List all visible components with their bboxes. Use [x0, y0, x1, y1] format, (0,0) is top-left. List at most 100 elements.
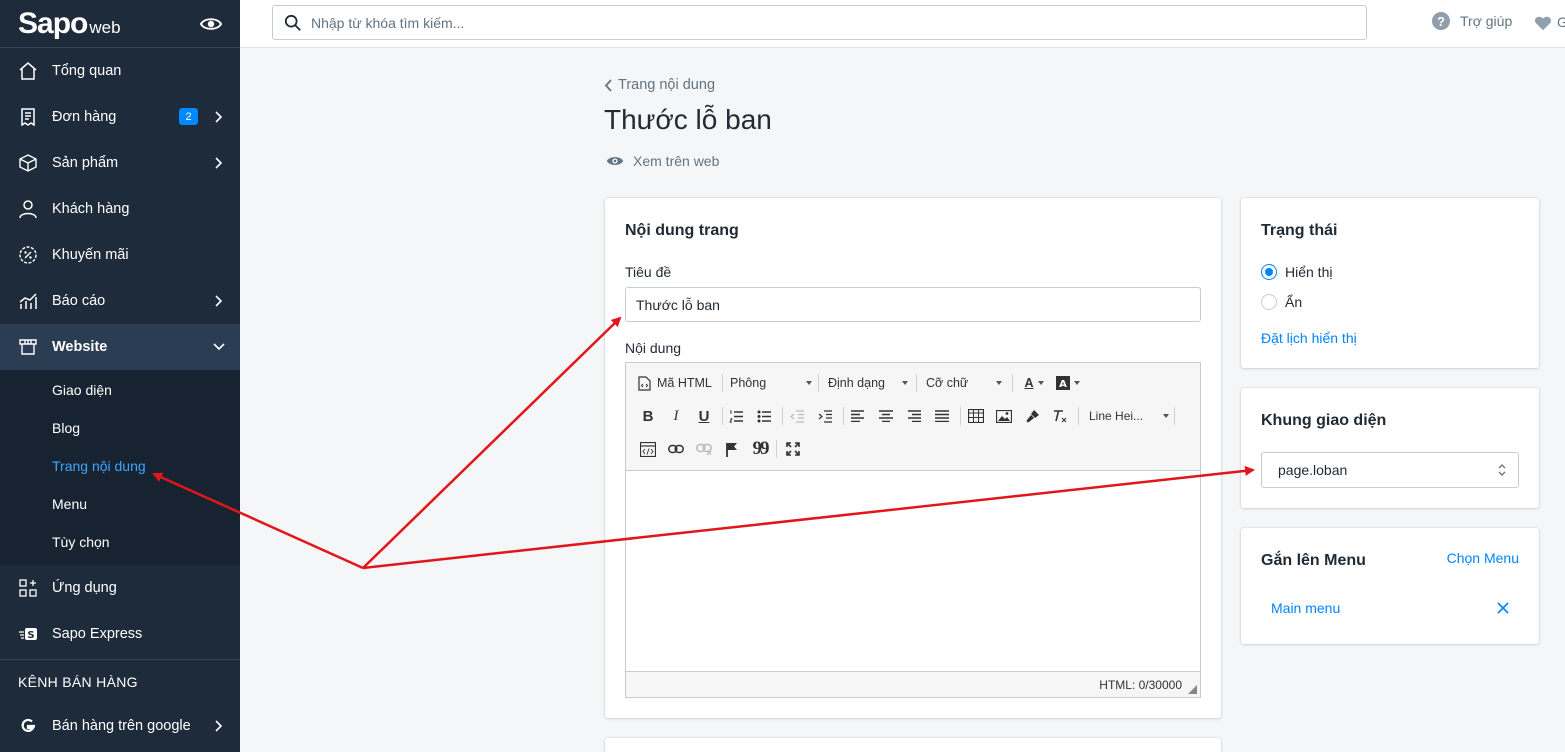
annotation-arrow-title — [362, 316, 622, 569]
toolbar-separator — [1012, 374, 1013, 392]
sapo-logo[interactable]: Sapo web — [18, 7, 121, 41]
sidebar-item-orders[interactable]: Đơn hàng 2 — [0, 94, 240, 140]
sidebar-item-sapo-express[interactable]: S Sapo Express — [0, 611, 240, 657]
caret-down-icon — [902, 381, 908, 385]
line-height-dropdown[interactable]: Line Hei... — [1089, 406, 1169, 426]
card-heading: Trạng thái — [1261, 222, 1338, 239]
outdent-button[interactable] — [787, 406, 807, 426]
align-right-button[interactable] — [904, 406, 924, 426]
font-dropdown[interactable]: Phông — [730, 373, 812, 393]
search-input[interactable]: Nhập từ khóa tìm kiếm... — [272, 5, 1367, 40]
ordered-list-button[interactable] — [726, 406, 746, 426]
subnav-item-preferences[interactable]: Tùy chọn — [0, 523, 240, 561]
sidebar-item-label: Tổng quan — [52, 63, 122, 79]
rich-text-editor: Mã HTML Phông Định dạng Cỡ chữ A A B I U… — [625, 362, 1201, 698]
fullscreen-icon — [786, 442, 800, 456]
toolbar-separator — [960, 407, 961, 425]
title-field-label: Tiêu đề — [625, 264, 672, 280]
toolbar-separator — [916, 374, 917, 392]
format-painter-button[interactable] — [1022, 406, 1042, 426]
sidebar-item-label: Báo cáo — [52, 293, 106, 309]
status-hidden-option[interactable]: Ẩn — [1261, 294, 1302, 310]
anchor-button[interactable] — [722, 439, 742, 459]
seo-card-partial — [605, 738, 1221, 752]
background-color-button[interactable]: A — [1054, 373, 1082, 393]
resize-handle-icon[interactable] — [1188, 685, 1197, 694]
breadcrumb-back-link[interactable]: Trang nội dung — [604, 77, 715, 93]
align-justify-icon — [935, 410, 949, 422]
align-left-button[interactable] — [848, 406, 868, 426]
sidebar-item-reports[interactable]: Báo cáo — [0, 278, 240, 324]
font-size-dropdown[interactable]: Cỡ chữ — [926, 373, 1002, 393]
status-visible-option[interactable]: Hiển thị — [1261, 264, 1332, 280]
underline-button[interactable]: U — [694, 406, 714, 426]
fullscreen-button[interactable] — [783, 439, 803, 459]
radio-unchecked[interactable] — [1261, 294, 1277, 310]
insert-table-button[interactable] — [966, 406, 986, 426]
heart-icon[interactable] — [1534, 14, 1552, 32]
card-heading: Gắn lên Menu — [1261, 552, 1366, 569]
orders-count-badge: 2 — [179, 108, 198, 125]
subnav-item-blog[interactable]: Blog — [0, 409, 240, 447]
format-dropdown-label: Định dạng — [828, 376, 885, 390]
apps-grid-icon — [18, 578, 38, 598]
bullet-list-button[interactable] — [754, 406, 774, 426]
align-center-icon — [879, 410, 893, 422]
close-icon[interactable] — [1497, 602, 1509, 614]
align-center-button[interactable] — [876, 406, 896, 426]
embed-code-button[interactable] — [638, 439, 658, 459]
align-justify-button[interactable] — [932, 406, 952, 426]
bullet-list-icon — [757, 410, 771, 422]
view-on-web-link[interactable]: Xem trên web — [606, 153, 719, 169]
radio-checked[interactable] — [1261, 264, 1277, 280]
view-on-web-label: Xem trên web — [633, 153, 720, 169]
unlink-button[interactable] — [694, 439, 714, 459]
schedule-visibility-link[interactable]: Đặt lịch hiển thị — [1261, 330, 1357, 346]
sidebar-item-customers[interactable]: Khách hàng — [0, 186, 240, 232]
eye-icon[interactable] — [200, 13, 222, 35]
sidebar-item-promotions[interactable]: Khuyến mãi — [0, 232, 240, 278]
sidebar-item-products[interactable]: Sản phẩm — [0, 140, 240, 186]
help-button[interactable]: ? Trợ giúp — [1432, 12, 1512, 30]
html-char-counter: HTML: 0/30000 — [1099, 677, 1182, 692]
editor-content-area[interactable] — [626, 471, 1200, 671]
choose-menu-link[interactable]: Chọn Menu — [1447, 550, 1519, 566]
sidebar-item-label: Ứng dụng — [52, 580, 117, 596]
subnav-item-menu[interactable]: Menu — [0, 485, 240, 523]
insert-image-button[interactable] — [994, 406, 1014, 426]
topbar-partial-text: G — [1557, 14, 1565, 30]
caret-down-icon — [1037, 381, 1044, 385]
ordered-list-icon — [728, 410, 743, 422]
page-content-card: Nội dung trang Tiêu đề Thước lỗ ban Nội … — [605, 198, 1221, 718]
toolbar-separator — [722, 374, 723, 392]
sidebar-item-label: Khuyến mãi — [52, 247, 129, 263]
toolbar-separator — [776, 440, 777, 458]
sidebar-item-website[interactable]: Website — [0, 324, 240, 370]
subnav-item-pages[interactable]: Trang nội dung — [0, 447, 240, 485]
format-dropdown[interactable]: Định dạng — [828, 373, 908, 393]
text-color-button[interactable]: A — [1020, 373, 1048, 393]
html-source-button[interactable]: Mã HTML — [638, 373, 712, 393]
indent-button[interactable] — [815, 406, 835, 426]
italic-button[interactable]: I — [666, 406, 686, 426]
template-select-value: page.loban — [1278, 462, 1348, 478]
sidebar-item-label: Khách hàng — [52, 201, 130, 217]
blockquote-button[interactable]: 99 — [750, 438, 770, 459]
sidebar-item-google-sales[interactable]: Bán hàng trên google — [0, 703, 240, 749]
logo-bar: Sapo web — [0, 0, 240, 48]
subnav-item-themes[interactable]: Giao diện — [0, 371, 240, 409]
file-code-icon — [638, 375, 651, 391]
font-dropdown-label: Phông — [730, 376, 767, 390]
svg-text:A: A — [1059, 379, 1067, 390]
insert-link-button[interactable] — [666, 439, 686, 459]
express-icon: S — [18, 624, 38, 644]
link-icon — [668, 444, 684, 454]
sidebar-item-overview[interactable]: Tổng quan — [0, 48, 240, 94]
toolbar-separator — [1174, 407, 1175, 425]
bold-button[interactable]: B — [638, 406, 658, 426]
title-input[interactable]: Thước lỗ ban — [625, 287, 1201, 322]
clear-format-button[interactable] — [1050, 406, 1070, 426]
template-select[interactable]: page.loban — [1261, 452, 1519, 488]
menu-item-main[interactable]: Main menu — [1271, 600, 1340, 616]
sidebar-item-apps[interactable]: Ứng dụng — [0, 565, 240, 611]
